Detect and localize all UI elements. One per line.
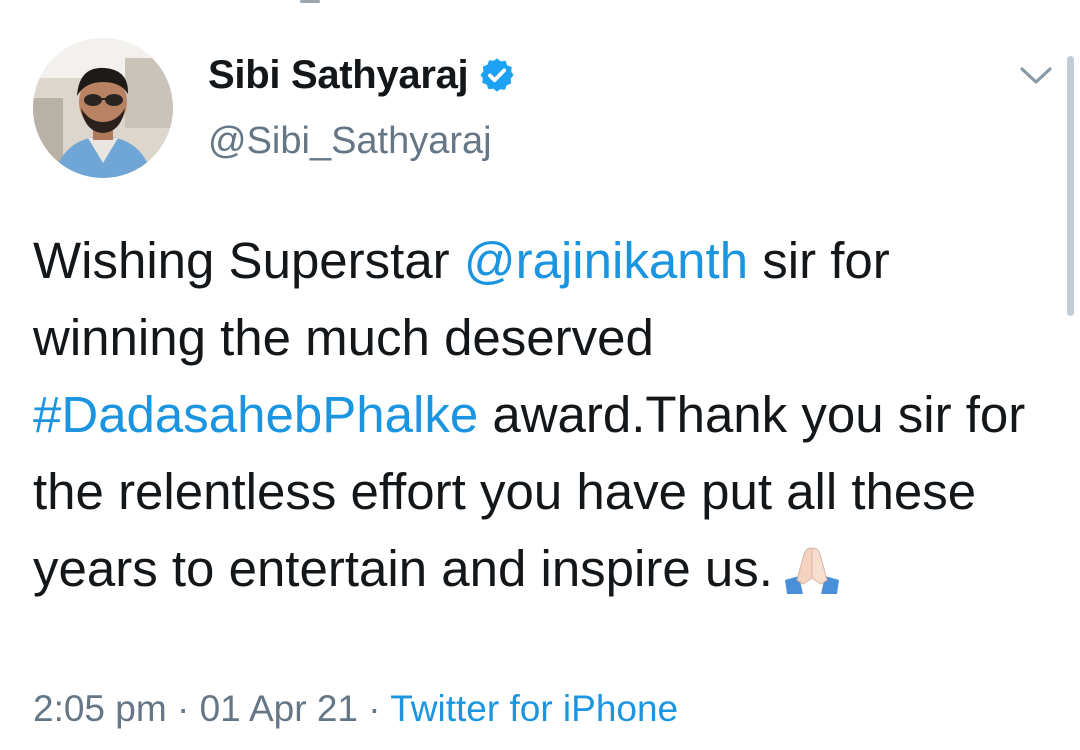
meta-separator: · <box>166 688 200 729</box>
display-name[interactable]: Sibi Sathyaraj <box>208 53 469 98</box>
previous-content-fragment <box>300 0 320 3</box>
display-name-row: Sibi Sathyaraj <box>208 50 516 100</box>
tweet-detail: Sibi Sathyaraj @Sibi_Sathyaraj Wishing S… <box>0 0 1080 750</box>
folded-hands-emoji-icon <box>779 540 845 594</box>
hashtag-link[interactable]: #DadasahebPhalke <box>33 386 478 443</box>
tweet-date[interactable]: 01 Apr 21 <box>200 688 358 729</box>
profile-photo <box>33 38 173 178</box>
author-block[interactable]: Sibi Sathyaraj @Sibi_Sathyaraj <box>208 50 516 163</box>
avatar[interactable] <box>33 38 173 178</box>
author-handle[interactable]: @Sibi_Sathyaraj <box>208 120 516 163</box>
mention-link[interactable]: @rajinikanth <box>464 232 748 289</box>
verified-badge-icon <box>478 56 516 94</box>
tweet-text: Wishing Superstar @rajinikanth sir for w… <box>33 222 1043 607</box>
scrollbar[interactable] <box>1067 56 1074 316</box>
tweet-text-part: Wishing Superstar <box>33 232 464 289</box>
tweet-time[interactable]: 2:05 pm <box>33 688 167 729</box>
meta-separator: · <box>358 688 391 729</box>
chevron-down-icon[interactable] <box>1016 63 1056 89</box>
tweet-meta: 2:05 pm · 01 Apr 21 · Twitter for iPhone <box>33 688 678 730</box>
tweet-source-link[interactable]: Twitter for iPhone <box>390 688 678 729</box>
